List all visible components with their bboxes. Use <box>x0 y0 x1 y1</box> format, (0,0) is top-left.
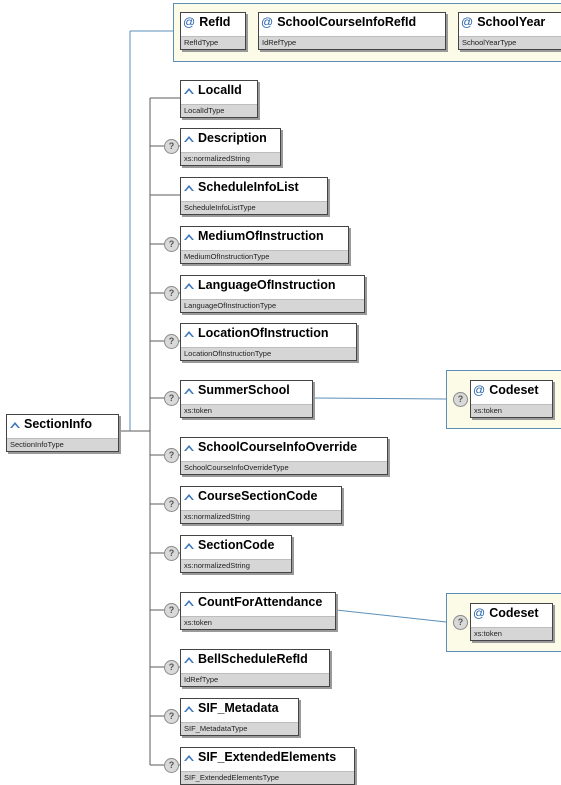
attribute-icon: @ <box>183 15 196 29</box>
attribute-icon: @ <box>461 15 474 29</box>
element-sectioncode[interactable]: SectionCode xs:normalizedString <box>180 535 292 573</box>
element-type: LanguageOfInstructionType <box>181 299 364 312</box>
element-type: SIF_MetadataType <box>181 722 298 735</box>
root-element-sectioninfo[interactable]: SectionInfo SectionInfoType <box>6 414 119 452</box>
element-icon <box>183 386 195 395</box>
optional-icon: ? <box>164 660 179 675</box>
attribute-icon: @ <box>473 606 486 620</box>
element-icon <box>183 443 195 452</box>
element-name: Description <box>198 131 267 145</box>
element-bellschedulerefid[interactable]: BellScheduleRefId IdRefType <box>180 649 330 687</box>
optional-icon: ? <box>453 392 468 407</box>
element-name: ScheduleInfoList <box>198 180 299 194</box>
element-name: MediumOfInstruction <box>198 229 324 243</box>
optional-icon: ? <box>164 334 179 349</box>
element-name: CourseSectionCode <box>198 489 318 503</box>
element-description[interactable]: Description xs:normalizedString <box>180 128 281 166</box>
attribute-schoolcourseinforefid[interactable]: @ SchoolCourseInfoRefId IdRefType <box>258 12 446 50</box>
connector-line <box>335 609 447 623</box>
element-type: xs:normalizedString <box>181 152 280 165</box>
optional-icon: ? <box>164 391 179 406</box>
element-type: xs:normalizedString <box>181 559 291 572</box>
element-type: xs:normalizedString <box>181 510 341 523</box>
element-type: xs:token <box>181 616 335 629</box>
element-type: ScheduleInfoListType <box>181 201 327 214</box>
schema-diagram: @ RefId RefIdType @ SchoolCourseInfoRefId … <box>0 0 561 785</box>
attribute-icon: @ <box>473 383 486 397</box>
element-icon <box>183 134 195 143</box>
optional-icon: ? <box>164 237 179 252</box>
element-icon <box>183 704 195 713</box>
element-mediumofinstruction[interactable]: MediumOfInstruction MediumOfInstructionTy… <box>180 226 349 264</box>
attribute-name: Codeset <box>489 606 539 620</box>
element-icon <box>9 420 21 429</box>
attribute-icon: @ <box>261 15 274 29</box>
element-coursesectioncode[interactable]: CourseSectionCode xs:normalizedString <box>180 486 342 524</box>
element-summerschool[interactable]: SummerSchool xs:token <box>180 380 313 418</box>
element-icon <box>183 541 195 550</box>
element-name: SchoolCourseInfoOverride <box>198 440 358 454</box>
element-icon <box>183 329 195 338</box>
element-type: xs:token <box>181 404 312 417</box>
element-type: LocationOfInstructionType <box>181 347 356 360</box>
optional-icon: ? <box>164 709 179 724</box>
optional-icon: ? <box>164 286 179 301</box>
element-type: SIF_ExtendedElementsType <box>181 771 354 784</box>
element-icon <box>183 281 195 290</box>
element-scheduleinfolist[interactable]: ScheduleInfoList ScheduleInfoListType <box>180 177 328 215</box>
attribute-type: xs:token <box>471 404 552 417</box>
element-sif_metadata[interactable]: SIF_Metadata SIF_MetadataType <box>180 698 299 736</box>
element-name: LocalId <box>198 83 242 97</box>
attribute-codeset[interactable]: @ Codeset xs:token <box>470 603 553 641</box>
element-name: SIF_Metadata <box>198 701 279 715</box>
element-name: SummerSchool <box>198 383 290 397</box>
optional-icon: ? <box>164 139 179 154</box>
connector-line <box>312 397 447 400</box>
element-localid[interactable]: LocalId LocalIdType <box>180 80 258 118</box>
optional-icon: ? <box>164 758 179 773</box>
element-icon <box>183 598 195 607</box>
element-sif_extendedelements[interactable]: SIF_ExtendedElements SIF_ExtendedElements… <box>180 747 355 785</box>
element-name: LanguageOfInstruction <box>198 278 336 292</box>
element-icon <box>183 655 195 664</box>
attribute-refid[interactable]: @ RefId RefIdType <box>180 12 246 50</box>
element-name: CountForAttendance <box>198 595 323 609</box>
element-type: SchoolCourseInfoOverrideType <box>181 461 387 474</box>
element-icon <box>183 753 195 762</box>
element-icon <box>183 183 195 192</box>
element-schoolcourseinfooverride[interactable]: SchoolCourseInfoOverride SchoolCourseInfo… <box>180 437 388 475</box>
element-name: LocationOfInstruction <box>198 326 329 340</box>
element-countforattendance[interactable]: CountForAttendance xs:token <box>180 592 336 630</box>
attribute-codeset[interactable]: @ Codeset xs:token <box>470 380 553 418</box>
element-icon <box>183 492 195 501</box>
element-type: IdRefType <box>181 673 329 686</box>
element-name: SectionCode <box>198 538 275 552</box>
attribute-type: xs:token <box>471 627 552 640</box>
element-languageofinstruction[interactable]: LanguageOfInstruction LanguageOfInstructi… <box>180 275 365 313</box>
optional-icon: ? <box>164 603 179 618</box>
optional-icon: ? <box>164 497 179 512</box>
attribute-name: Codeset <box>489 383 539 397</box>
element-icon <box>183 232 195 241</box>
element-locationofinstruction[interactable]: LocationOfInstruction LocationOfInstructi… <box>180 323 357 361</box>
element-name: SIF_ExtendedElements <box>198 750 337 764</box>
optional-icon: ? <box>164 546 179 561</box>
attribute-schoolyear[interactable]: @ SchoolYear SchoolYearType <box>458 12 561 50</box>
optional-icon: ? <box>453 615 468 630</box>
element-type: MediumOfInstructionType <box>181 250 348 263</box>
element-icon <box>183 86 195 95</box>
element-name: BellScheduleRefId <box>198 652 308 666</box>
optional-icon: ? <box>164 448 179 463</box>
element-type: LocalIdType <box>181 104 257 117</box>
